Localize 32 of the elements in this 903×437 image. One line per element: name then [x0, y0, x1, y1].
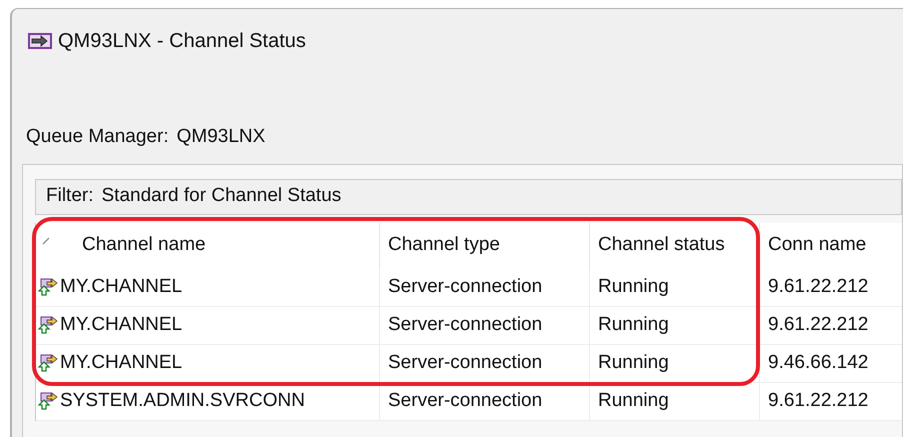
window-title: QM93LNX - Channel Status: [58, 29, 306, 54]
table-cell-text: 9.61.22.212: [768, 312, 868, 337]
table-cell-text: Server-connection: [388, 350, 542, 375]
table-cell-text: Running: [598, 350, 669, 375]
table-cell-text: Server-connection: [388, 312, 542, 337]
table-cell-text: MY.CHANNEL: [60, 312, 182, 337]
channel-icon: [38, 278, 58, 296]
table-cell-text: SYSTEM.ADMIN.SVRCONN: [60, 388, 305, 413]
filter-value: Standard for Channel Status: [102, 184, 342, 208]
table-cell-text: Running: [598, 274, 669, 299]
table-row[interactable]: SYSTEM.ADMIN.SVRCONN Server-connection Running 9.61.22.212: [36, 382, 902, 420]
channel-icon: [38, 354, 58, 372]
channel-status-icon: [28, 33, 52, 49]
channel-icon: [38, 392, 58, 410]
table-cell-text: Running: [598, 312, 669, 337]
sort-indicator-icon: [42, 236, 50, 244]
table-cell-text: MY.CHANNEL: [60, 274, 182, 299]
column-header[interactable]: Channel name: [36, 222, 380, 268]
filter-label: Filter:: [46, 184, 94, 208]
table-cell-text: Running: [598, 388, 669, 413]
channel-icon: [38, 316, 58, 334]
table-cell-text: 9.61.22.212: [768, 274, 868, 299]
column-header[interactable]: Conn name: [760, 222, 903, 268]
table-cell-text: Server-connection: [388, 388, 542, 413]
column-header[interactable]: Channel status: [590, 222, 760, 268]
queue-manager-label: Queue Manager:: [26, 125, 169, 149]
table-cell-text: Server-connection: [388, 274, 542, 299]
table-cell-text: 9.46.66.142: [768, 350, 868, 375]
table-cell-text: MY.CHANNEL: [60, 350, 182, 375]
table-cell-text: 9.61.22.212: [768, 388, 868, 413]
queue-manager-value: QM93LNX: [176, 125, 266, 149]
column-header[interactable]: Channel type: [380, 222, 590, 268]
